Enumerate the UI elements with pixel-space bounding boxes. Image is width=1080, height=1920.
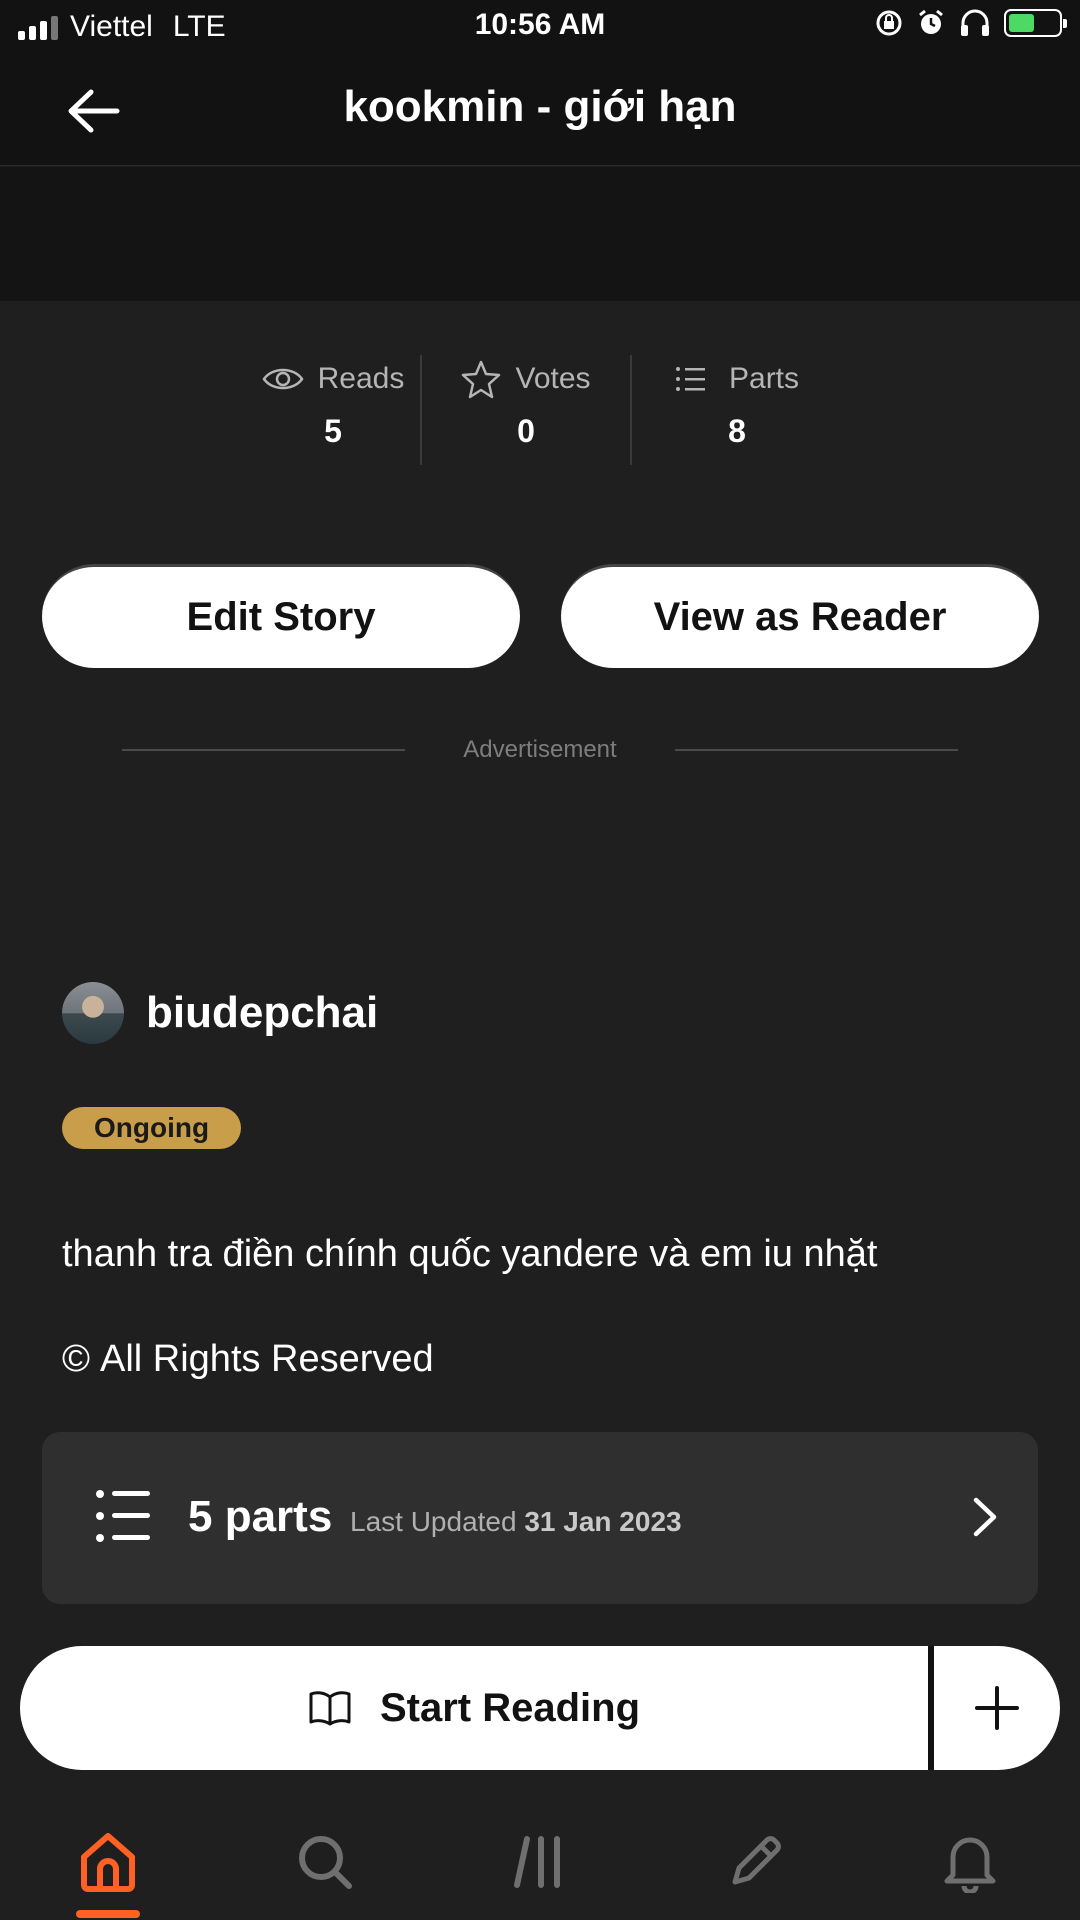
copyright: © All Rights Reserved [62, 1338, 434, 1381]
nav-library[interactable] [495, 1822, 585, 1902]
orientation-lock-icon [876, 10, 902, 36]
advertisement-label: Advertisement [463, 736, 617, 763]
list-icon [676, 367, 705, 391]
stat-parts-label: Parts [729, 362, 800, 395]
stat-votes-label: Votes [515, 362, 591, 395]
library-icon [514, 1836, 560, 1888]
plus-icon [975, 1686, 1019, 1730]
status-right [874, 8, 1067, 38]
home-icon [81, 1833, 135, 1892]
last-updated-prefix: Last Updated [350, 1506, 517, 1537]
status-badge: Ongoing [62, 1107, 242, 1149]
start-reading-bar: Start Reading [20, 1646, 1060, 1770]
last-updated: Last Updated 31 Jan 2023 [350, 1506, 682, 1538]
pencil-icon [732, 1836, 781, 1885]
app-header: kookmin - giới hạn [0, 56, 1080, 166]
stat-parts-value: 8 [728, 413, 746, 449]
battery-icon [1004, 9, 1067, 37]
start-reading-label: Start Reading [379, 1685, 641, 1730]
copyright-symbol: © [62, 1338, 90, 1380]
story-stats: Reads 5 Votes 0 Parts 8 [246, 355, 842, 465]
stat-reads: Reads 5 [246, 355, 420, 465]
arrow-left-icon [68, 89, 120, 133]
star-icon [462, 360, 501, 399]
search-icon [299, 1836, 352, 1889]
bottom-navigation [0, 1800, 1080, 1920]
stat-reads-label: Reads [317, 362, 405, 395]
story-details-screen: Viettel LTE 10:56 AM kookmin - giới hạn … [0, 0, 1080, 1920]
chevron-right-icon [973, 1497, 997, 1537]
avatar[interactable] [62, 982, 124, 1044]
advertisement-divider: Advertisement [122, 730, 958, 770]
add-to-library-button[interactable] [934, 1646, 1060, 1770]
status-bar: Viettel LTE 10:56 AM [0, 0, 1080, 56]
back-button[interactable] [60, 78, 126, 144]
nav-search[interactable] [280, 1822, 370, 1902]
copyright-text: All Rights Reserved [100, 1338, 434, 1380]
parts-count: 5 parts [188, 1492, 333, 1541]
list-icon [96, 1490, 150, 1542]
stat-votes-value: 0 [517, 413, 535, 449]
book-icon [309, 1691, 351, 1726]
nav-home[interactable] [63, 1822, 153, 1902]
view-as-reader-button[interactable]: View as Reader [561, 564, 1039, 668]
active-tab-indicator [76, 1910, 140, 1918]
bell-icon [944, 1837, 996, 1893]
nav-notifications[interactable] [925, 1822, 1015, 1902]
stat-votes: Votes 0 [420, 355, 630, 465]
edit-story-button[interactable]: Edit Story [42, 564, 520, 668]
story-description: thanh tra điền chính quốc yandere và em … [62, 1233, 878, 1275]
headphones-icon [961, 9, 989, 36]
stat-parts: Parts 8 [630, 355, 842, 465]
author-row[interactable]: biudepchai [62, 982, 378, 1044]
start-reading-button[interactable]: Start Reading [20, 1646, 928, 1770]
table-of-contents-card[interactable]: 5 parts Last Updated 31 Jan 2023 [42, 1432, 1038, 1604]
cover-banner [0, 167, 1080, 301]
story-title: kookmin - giới hạn [343, 82, 737, 131]
alarm-icon [919, 9, 943, 34]
nav-write[interactable] [710, 1822, 800, 1902]
last-updated-date: 31 Jan 2023 [524, 1506, 682, 1537]
author-name[interactable]: biudepchai [146, 988, 378, 1038]
stat-reads-value: 5 [324, 413, 342, 449]
eye-icon [262, 368, 304, 390]
